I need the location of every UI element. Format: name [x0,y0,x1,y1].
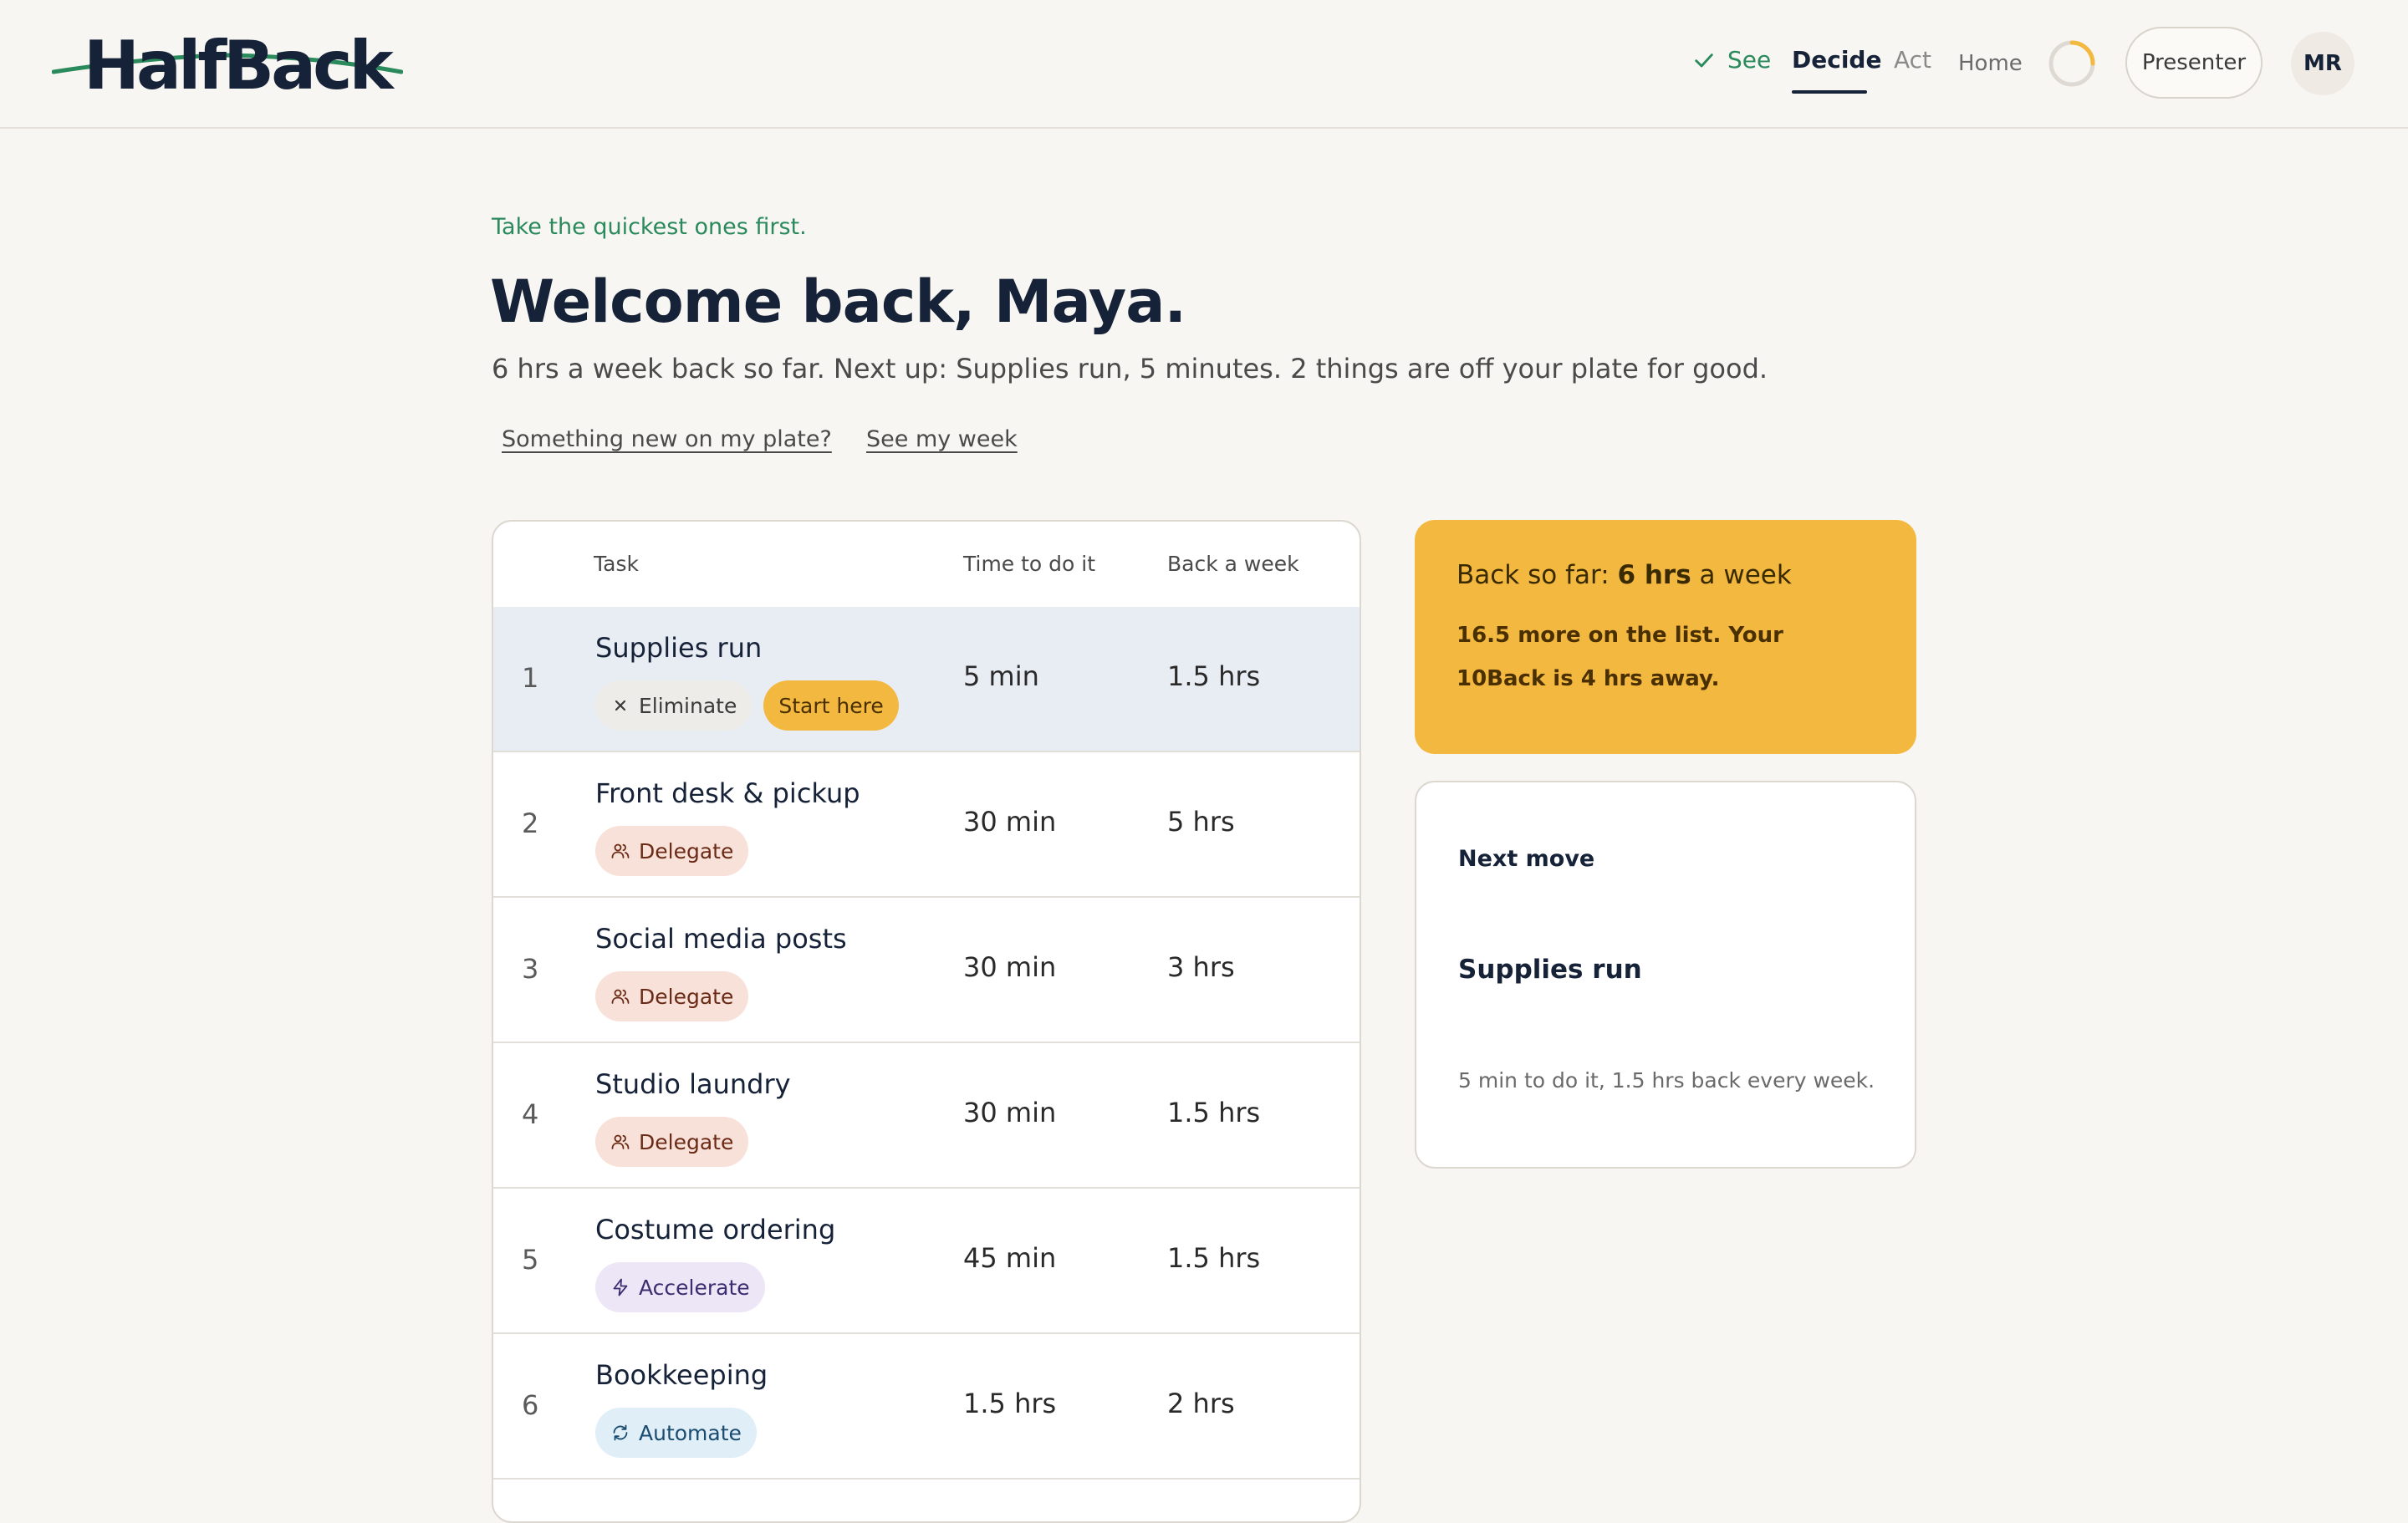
task-name: Bookkeeping [595,1359,768,1391]
tag-label: Delegate [639,838,734,863]
column-header-time: Time to do it [963,552,1096,576]
back-a-week: 3 hrs [1167,951,1235,983]
nav-see[interactable]: See [1692,43,1771,77]
time-to-do: 30 min [963,806,1057,838]
time-to-do: 30 min [963,1097,1057,1128]
back-a-week: 2 hrs [1167,1388,1235,1419]
row-number: 2 [522,807,539,839]
table-row[interactable]: 2 Front desk & pickup Delegate 30 min 5 … [493,752,1360,898]
back-a-week: 1.5 hrs [1167,1097,1261,1128]
nav-see-label: See [1727,46,1772,74]
time-to-do: 1.5 hrs [963,1388,1057,1419]
row-number: 6 [522,1389,539,1421]
next-move-label: Next move [1458,846,1595,872]
page-subtitle: 6 hrs a week back so far. Next up: Suppl… [492,353,1768,385]
people-icon [611,1134,630,1149]
nav-home[interactable]: Home [1958,47,2023,80]
back-a-week: 5 hrs [1167,806,1235,838]
table-row[interactable]: 4 Studio laundry Delegate 30 min 1.5 hrs [493,1043,1360,1189]
people-icon [611,989,630,1004]
back-so-far-card: Back so far: 6 hrs a week 16.5 more on t… [1415,520,1916,754]
table-row[interactable]: 1 Supplies run Eliminate Start here 5 mi… [493,607,1360,752]
row-number: 4 [522,1098,539,1130]
lightning-icon [613,1278,628,1296]
nav-decide[interactable]: Decide [1792,43,1881,77]
back-so-far-detail: 16.5 more on the list. Your 10Back is 4 … [1457,623,1784,691]
row-number: 5 [522,1244,539,1276]
x-icon [615,700,626,711]
back-a-week: 1.5 hrs [1167,660,1261,692]
automate-tag[interactable]: Automate [595,1408,757,1458]
delegate-tag[interactable]: Delegate [595,1117,749,1167]
nav-active-indicator [1792,90,1867,94]
tag-label: Delegate [639,1129,734,1154]
accelerate-tag[interactable]: Accelerate [595,1262,765,1312]
task-name: Costume ordering [595,1214,836,1245]
time-to-do: 45 min [963,1242,1057,1274]
progress-ring [2048,40,2095,87]
row-number: 1 [522,662,539,694]
back-so-far-suffix: a week [1699,560,1792,590]
back-so-far-value: 6 hrs [1617,560,1691,590]
time-to-do: 5 min [963,660,1039,692]
next-move-meta: 5 min to do it, 1.5 hrs back every week. [1458,1068,1875,1093]
logo-wordmark: HalfBack [84,27,394,104]
nav-act[interactable]: Act [1894,43,1931,77]
task-name: Studio laundry [595,1068,791,1100]
back-so-far-prefix: Back so far: [1457,560,1610,590]
column-header-back: Back a week [1167,552,1299,576]
refresh-icon [613,1424,628,1441]
tag-label: Accelerate [639,1275,750,1300]
tag-label: Eliminate [639,693,737,718]
delegate-tag[interactable]: Delegate [595,826,749,876]
back-a-week: 1.5 hrs [1167,1242,1261,1274]
task-name: Social media posts [595,923,847,955]
tag-label: Delegate [639,984,734,1009]
avatar[interactable]: MR [2291,32,2354,95]
table-row[interactable]: 3 Social media posts Delegate 30 min 3 h… [493,898,1360,1043]
next-move-task: Supplies run [1458,955,1642,985]
table-row[interactable]: 6 Bookkeeping Automate 1.5 hrs 2 hrs [493,1334,1360,1480]
top-bar: HalfBack See Decide Act Home Presenter M… [0,0,2408,129]
task-name: Front desk & pickup [595,777,860,809]
check-icon [1695,53,1713,68]
eyebrow-text: Take the quickest ones first. [492,214,807,240]
delegate-tag[interactable]: Delegate [595,971,749,1021]
table-row[interactable]: 5 Costume ordering Accelerate 45 min 1.5… [493,1189,1360,1334]
next-move-card[interactable]: Next move Supplies run 5 min to do it, 1… [1415,781,1916,1169]
row-number: 3 [522,953,539,985]
column-header-task: Task [594,552,639,576]
back-so-far-line: Back so far: 6 hrs a week [1457,560,1875,590]
table-header: Task Time to do it Back a week [493,522,1360,609]
task-name: Supplies run [595,632,763,664]
eliminate-tag[interactable]: Eliminate [595,680,752,731]
start-here-button[interactable]: Start here [763,680,899,731]
see-my-week-link[interactable]: See my week [866,426,1018,452]
something-new-link[interactable]: Something new on my plate? [502,426,832,452]
page-title: Welcome back, Maya. [490,267,1186,336]
time-to-do: 30 min [963,951,1057,983]
task-table: Task Time to do it Back a week 1 Supplie… [492,520,1361,1523]
halfback-logo[interactable]: HalfBack [52,28,403,104]
people-icon [611,843,630,858]
presenter-button[interactable]: Presenter [2125,27,2263,99]
tag-label: Automate [639,1420,742,1445]
